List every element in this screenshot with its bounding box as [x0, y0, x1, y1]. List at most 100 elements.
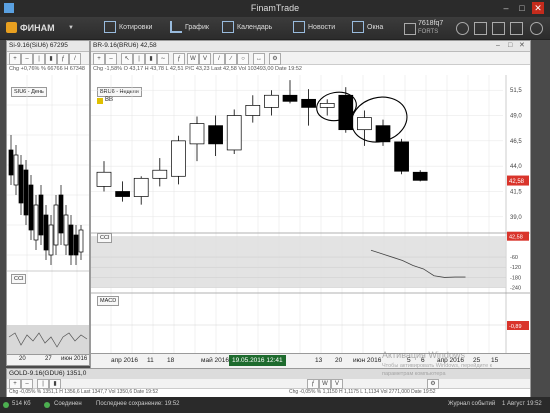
cci-band: [91, 236, 506, 288]
zoom-in-icon[interactable]: +: [9, 53, 21, 65]
event-log-link[interactable]: Журнал событий: [448, 401, 495, 407]
news-button[interactable]: Новости: [293, 21, 335, 35]
price-tick: 41,5: [510, 189, 522, 195]
cci-tick: -60: [510, 255, 518, 261]
help-icon[interactable]: [510, 22, 523, 35]
status-size: 514 Кб: [12, 401, 31, 407]
candle: [319, 103, 335, 108]
main-info-text: Chg -1,58% O 43,17 H 43,78 L 42,51 P/C 4…: [93, 66, 302, 72]
calendar-button[interactable]: Календарь: [222, 21, 272, 35]
status-state: Соединен: [54, 401, 82, 407]
quotes-button[interactable]: Котировки: [104, 21, 152, 35]
connection-icon: [3, 402, 9, 408]
xtick: май 2016: [201, 357, 229, 364]
indicator-icon[interactable]: ƒ: [57, 53, 69, 65]
zoom-in-icon[interactable]: +: [9, 379, 21, 389]
quotes-label: Котировки: [119, 24, 153, 31]
status-date: 1 Август 19:52: [502, 401, 542, 407]
xtick: 11: [147, 357, 154, 364]
finam-logo: ФИНАМ: [20, 23, 55, 33]
finam-logo-icon: [6, 22, 17, 33]
panel-close-icon[interactable]: ✕: [519, 42, 527, 50]
zoom-out-icon[interactable]: –: [21, 379, 33, 389]
cci-tick: -180: [510, 275, 521, 281]
quotes-icon: [104, 21, 116, 34]
candle: [115, 191, 130, 197]
macd-label[interactable]: MACD: [97, 296, 120, 306]
xtick: 20: [335, 357, 343, 364]
left-chart-panel: Si-9.16(SiU6) 67295 + – | ▮ ƒ / Chg +0,7…: [6, 40, 90, 355]
price-tick: 39,0: [510, 215, 522, 221]
candles-icon[interactable]: ▮: [45, 53, 57, 65]
bars-icon[interactable]: |: [37, 379, 49, 389]
fit-icon[interactable]: ↔: [253, 53, 265, 65]
calendar-label: Календарь: [237, 24, 273, 31]
volume-icon[interactable]: V: [331, 379, 343, 389]
watermark-line2: Чтобы активировать Windows, перейдите к: [382, 363, 493, 369]
panel-minimize-icon[interactable]: –: [496, 42, 504, 50]
indicator-icon[interactable]: ƒ: [307, 379, 319, 389]
candle: [301, 98, 316, 108]
candles-icon[interactable]: ▮: [145, 53, 157, 65]
maximize-icon[interactable]: □: [516, 2, 528, 14]
status-bar: 514 Кб Соединен Последнее сохранение: 19…: [0, 397, 550, 413]
chart-button[interactable]: График: [170, 21, 209, 35]
settings-icon[interactable]: [530, 22, 543, 35]
title-bar: FinamTrade – □ ✕: [0, 0, 550, 17]
minimize-icon[interactable]: –: [500, 2, 512, 14]
candle: [133, 177, 149, 197]
account-id[interactable]: 7618fq7: [418, 19, 443, 28]
zoom-out-icon[interactable]: –: [105, 53, 117, 65]
activation-watermark: Активация Windows Чтобы активировать Win…: [382, 350, 542, 390]
left-cci-label[interactable]: CCI: [11, 274, 27, 284]
candle: [208, 125, 223, 145]
macd-value-text: -0,89: [509, 324, 522, 330]
ellipse-icon[interactable]: ○: [237, 53, 249, 65]
interval-w-button[interactable]: W: [187, 53, 199, 65]
volume-icon[interactable]: V: [199, 53, 211, 65]
news-label: Новости: [308, 24, 336, 31]
cci-label[interactable]: CCI: [97, 233, 113, 243]
notifications-icon[interactable]: [492, 22, 505, 35]
line-chart-icon[interactable]: ∼: [157, 53, 169, 65]
xtick: апр 2016: [111, 357, 139, 364]
candle: [412, 171, 428, 181]
indicator-icon[interactable]: ƒ: [173, 53, 185, 65]
left-xaxis: 20 27 июн 2016: [6, 354, 90, 366]
logo-dropdown-icon[interactable]: ▼: [68, 25, 74, 31]
zoom-in-icon[interactable]: +: [93, 53, 105, 65]
account-market: FORTS: [418, 29, 439, 35]
candles-icon[interactable]: ▮: [49, 379, 61, 389]
candle: [189, 123, 205, 145]
draw-icon[interactable]: /: [69, 53, 81, 65]
messages-icon[interactable]: [474, 22, 487, 35]
watermark-line1: Активация Windows: [382, 350, 465, 360]
price-tick: 51,5: [510, 88, 522, 94]
panel-maximize-icon[interactable]: □: [508, 42, 516, 50]
candle: [245, 105, 261, 116]
main-toolbar: ФИНАМ ▼ Котировки График Календарь Новос…: [0, 17, 550, 40]
main-chart-svg: 51,549,046,544,041,539,042,5860-60-120-1…: [91, 75, 530, 353]
candle: [171, 140, 186, 177]
status-icon[interactable]: [456, 22, 469, 35]
candle: [394, 141, 409, 172]
zoom-out-icon[interactable]: –: [21, 53, 33, 65]
main-chart-panel: BR-9.16(BRU6) 42,58 – □ ✕ + – ↖ | ▮ ∼ ƒ …: [90, 40, 531, 354]
cci-value-text: 42,58: [509, 235, 523, 241]
left-panel-toolbar: + – | ▮ ƒ /: [7, 52, 89, 65]
left-panel-title: Si-9.16(SiU6) 67295: [9, 42, 68, 49]
bars-icon[interactable]: |: [133, 53, 145, 65]
candle: [264, 94, 279, 108]
interval-w-button[interactable]: W: [319, 379, 331, 389]
windows-button[interactable]: Окна: [352, 21, 383, 35]
close-icon[interactable]: ✕: [532, 2, 544, 14]
draw-trend-icon[interactable]: ∕: [225, 53, 237, 65]
connected-icon: [44, 402, 50, 408]
main-panel-title: BR-9.16(BRU6) 42,58: [93, 42, 157, 49]
cci-tick: -120: [510, 265, 521, 271]
settings-icon[interactable]: ⚙: [269, 53, 281, 65]
bars-icon[interactable]: |: [33, 53, 45, 65]
lock-icon[interactable]: [404, 23, 416, 35]
draw-line-icon[interactable]: /: [213, 53, 225, 65]
cursor-icon[interactable]: ↖: [121, 53, 133, 65]
